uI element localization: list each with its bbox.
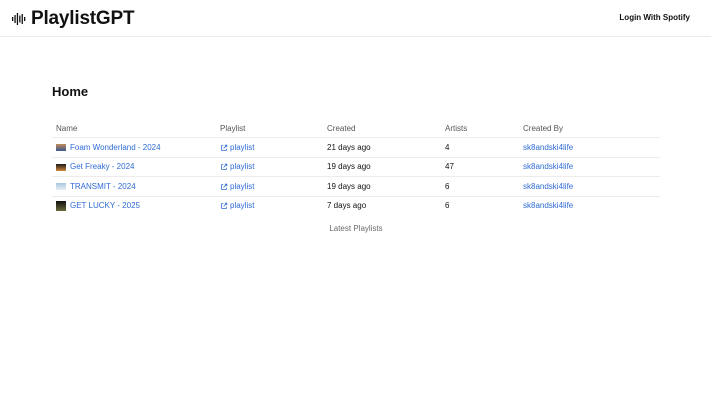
brand-name: PlaylistGPT (31, 8, 135, 29)
cell-artists: 6 (441, 176, 519, 197)
top-header: PlaylistGPT Login With Spotify (0, 0, 711, 37)
page-title: Home (52, 84, 89, 99)
cell-name: Foam Wonderland - 2024 (52, 137, 216, 158)
external-link-icon (221, 144, 228, 151)
playlist-name-link[interactable]: TRANSMIT - 2024 (70, 182, 136, 191)
playlist-cover-thumbnail (56, 144, 66, 152)
cell-created-by: sk8andski4life (519, 176, 660, 197)
playlist-link-label: playlist (230, 162, 255, 172)
waveform-icon (12, 13, 26, 25)
cell-created: 7 days ago (327, 201, 367, 211)
cell-created: 19 days ago (323, 176, 441, 197)
cell-name: TRANSMIT - 2024 (52, 176, 216, 197)
cell-created-by: sk8andski4life (519, 137, 660, 158)
table-row: Get Freaky - 2024 playlist 19 days ago 47 sk… (52, 157, 660, 177)
playlist-link-label: playlist (230, 142, 255, 152)
cell-created: 19 days ago (323, 157, 441, 177)
cell-playlist: playlist (216, 137, 323, 158)
table-row: Foam Wonderland - 2024 playlist 21 days ag… (52, 137, 660, 158)
cell-playlist: playlist (216, 176, 323, 197)
playlists-table: Name Playlist Created Artists Created By… (52, 119, 660, 215)
open-playlist-link[interactable]: playlist (220, 143, 254, 152)
open-playlist-link[interactable]: playlist (220, 162, 254, 171)
cell-playlist: playlist (216, 157, 323, 177)
playlist-name-link[interactable]: GET LUCKY - 2025 (70, 201, 140, 210)
playlist-name-link[interactable]: Foam Wonderland - 2024 (70, 143, 161, 152)
playlist-link-label: playlist (230, 201, 255, 211)
creator-link[interactable]: sk8andski4life (523, 201, 573, 210)
cell-created-by: sk8andski4life (519, 157, 660, 177)
cell-playlist: playlist (216, 196, 323, 215)
playlist-cover-thumbnail (56, 183, 66, 191)
table-row: GET LUCKY - 2025 playlist 7 days ago 6 sk8an… (52, 196, 660, 215)
creator-link[interactable]: sk8andski4life (523, 143, 573, 152)
creator-link[interactable]: sk8andski4life (523, 162, 573, 171)
playlist-link-label: playlist (230, 181, 255, 191)
table-row: TRANSMIT - 2024 playlist 19 days ago 6 sk8an… (52, 176, 660, 197)
cell-name: GET LUCKY - 2025 (52, 196, 216, 215)
cell-artists: 47 (441, 157, 519, 177)
column-header-created-by: Created By (519, 119, 660, 138)
cell-artists: 4 (441, 137, 519, 158)
external-link-icon (221, 163, 228, 170)
table-header-row: Name Playlist Created Artists Created By (52, 119, 660, 138)
playlist-name-link[interactable]: Get Freaky - 2024 (70, 162, 134, 171)
open-playlist-link[interactable]: playlist (220, 182, 254, 191)
column-header-artists: Artists (441, 119, 519, 138)
cell-artists: 6 (445, 201, 450, 211)
column-header-playlist: Playlist (216, 119, 323, 138)
playlist-cover-thumbnail (56, 200, 66, 211)
creator-link[interactable]: sk8andski4life (523, 182, 573, 191)
playlist-cover-thumbnail (56, 163, 66, 171)
external-link-icon (221, 202, 228, 209)
column-header-name: Name (52, 119, 216, 138)
cell-name: Get Freaky - 2024 (52, 157, 216, 177)
brand-logo[interactable]: PlaylistGPT (12, 8, 135, 30)
login-with-spotify-button[interactable]: Login With Spotify (619, 13, 690, 22)
cell-created-by: sk8andski4life (519, 196, 660, 215)
cell-created: 21 days ago (323, 137, 441, 158)
open-playlist-link[interactable]: playlist (220, 201, 254, 210)
external-link-icon (221, 183, 228, 190)
table-caption: Latest Playlists (329, 224, 383, 233)
column-header-created: Created (323, 119, 441, 138)
